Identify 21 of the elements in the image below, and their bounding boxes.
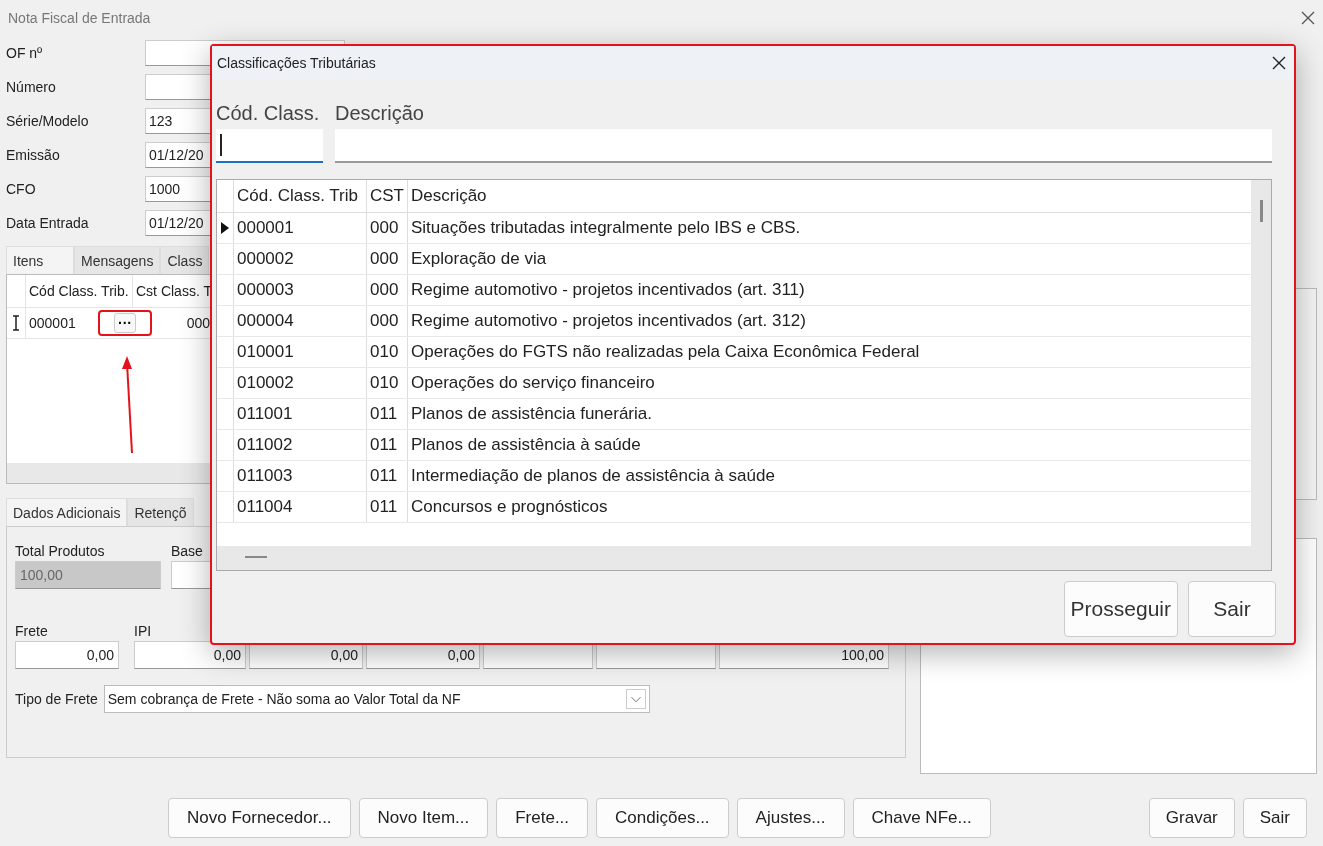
- field-label: Série/Modelo: [6, 113, 90, 129]
- field-label: Base: [171, 543, 203, 559]
- field-label: Frete: [15, 623, 48, 639]
- field-label: Número: [6, 79, 57, 95]
- column-header: Cód Class. Trib.: [26, 275, 133, 307]
- dialog-title: Classificações Tributárias: [217, 55, 376, 71]
- field-label: Descrição: [335, 102, 425, 125]
- column-header: Descrição: [410, 185, 488, 207]
- field-label: IPI: [134, 623, 152, 639]
- column-header: Cód. Class. Trib: [234, 180, 367, 212]
- field-label: Tipo de Frete: [15, 691, 98, 707]
- table-cell-text: 000: [185, 314, 211, 333]
- field-label: Total Produtos: [15, 543, 105, 559]
- field-label: CFO: [6, 181, 37, 197]
- table-cell-text: 000001: [28, 314, 77, 333]
- window-title: Nota Fiscal de Entrada: [8, 10, 151, 26]
- field-label: OF nº: [6, 45, 44, 61]
- column-header: CST: [367, 180, 408, 212]
- field-label: Data Entrada: [6, 215, 90, 231]
- field-label: Emissão: [6, 147, 61, 163]
- field-label: Cód. Class.: [216, 102, 321, 125]
